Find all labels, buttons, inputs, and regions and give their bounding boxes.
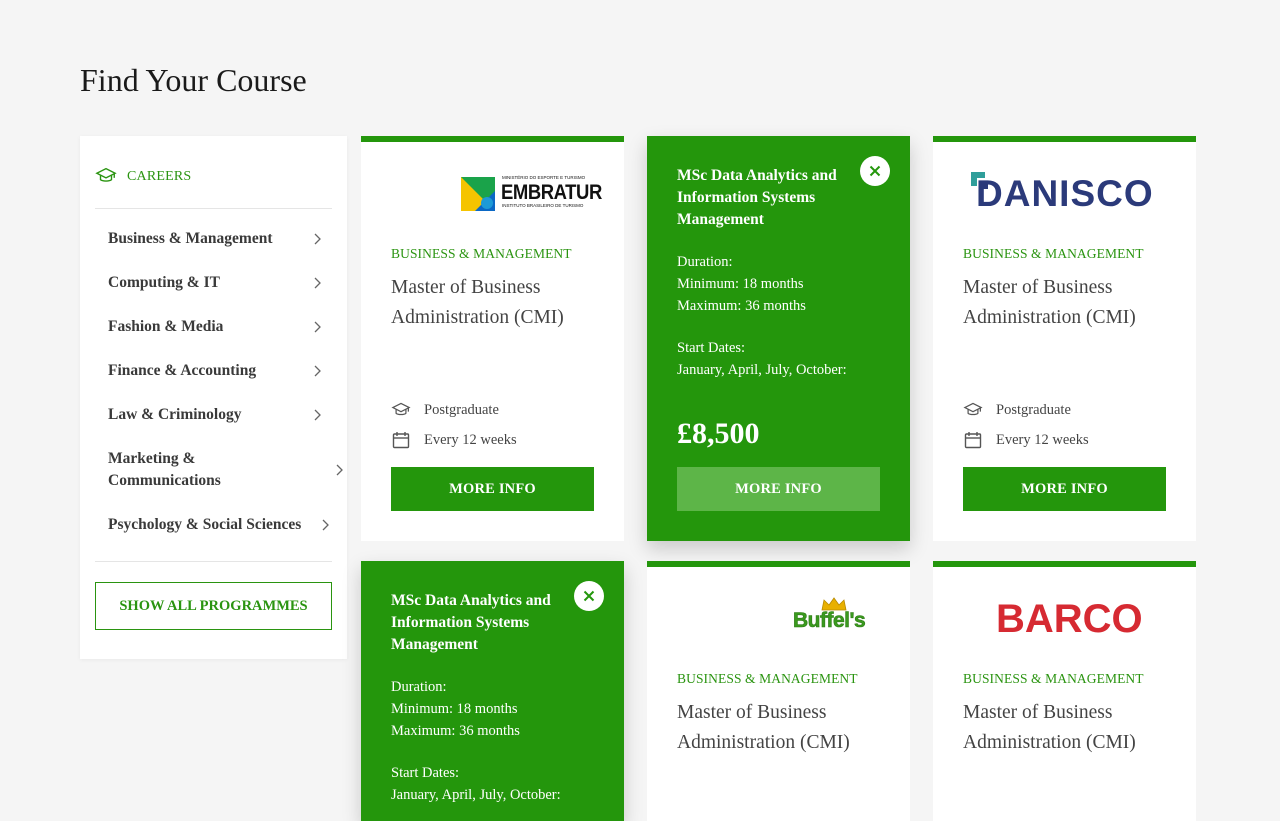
start-dates-label: Start Dates: <box>677 340 746 356</box>
course-card-expanded: MSc Data Analytics and Information Syste… <box>647 136 910 541</box>
duration-min: Minimum: 18 months <box>677 276 804 292</box>
close-button[interactable] <box>574 581 604 611</box>
start-dates: January, April, July, October: <box>677 362 847 378</box>
barco-logo: BARCO <box>996 595 1171 641</box>
show-all-programmes-button[interactable]: SHOW ALL PROGRAMMES <box>95 582 332 630</box>
category-item-fashion-media[interactable]: Fashion & Media <box>108 316 323 338</box>
calendar-icon <box>392 432 410 449</box>
course-duration: Duration: Minimum: 18 months Maximum: 36… <box>677 251 847 381</box>
embratur-mark-icon <box>461 177 495 211</box>
course-card: BARCO BUSINESS & MANAGEMENT Master of Bu… <box>933 561 1196 821</box>
duration-label: Duration: <box>391 679 447 695</box>
more-info-button[interactable]: MORE INFO <box>963 467 1166 511</box>
category-item-finance-accounting[interactable]: Finance & Accounting <box>108 360 323 382</box>
graduation-cap-icon <box>95 167 117 182</box>
category-label: Computing & IT <box>108 274 220 291</box>
course-card: Buffel's BUSINESS & MANAGEMENT Master of… <box>647 561 910 821</box>
buffels-wordmark: Buffel's <box>793 609 866 633</box>
close-button[interactable] <box>860 156 890 186</box>
course-level: Postgraduate <box>391 401 499 419</box>
category-label: Psychology & Social Sciences <box>108 516 302 533</box>
course-title: MSc Data Analytics and Information Syste… <box>391 592 551 653</box>
embratur-tagline-bottom: INSTITUTO BRASILEIRO DE TURISMO <box>502 203 584 208</box>
chevron-right-icon <box>314 277 321 289</box>
calendar-icon <box>964 432 982 449</box>
course-frequency: Every 12 weeks <box>963 431 1089 449</box>
course-level: Postgraduate <box>963 401 1071 419</box>
graduation-cap-icon <box>391 402 411 416</box>
graduation-cap-icon <box>963 402 983 416</box>
close-icon <box>583 590 595 602</box>
danisco-wordmark: DANISCO <box>976 173 1154 214</box>
category-label: Marketing & Communications <box>108 450 221 489</box>
sidebar-heading: CAREERS <box>95 166 332 209</box>
category-sidebar: CAREERS Business & Management Computing … <box>80 136 347 659</box>
start-dates-label: Start Dates: <box>391 765 460 781</box>
category-item-computing-it[interactable]: Computing & IT <box>108 272 323 294</box>
course-card: DANISCO BUSINESS & MANAGEMENT Master of … <box>933 136 1196 541</box>
course-title: Master of Business Administration (CMI) <box>963 277 1136 328</box>
course-level-label: Postgraduate <box>996 401 1071 418</box>
page-title: Find Your Course <box>80 62 307 98</box>
duration-max: Maximum: 36 months <box>391 723 520 739</box>
category-list: Business & Management Computing & IT Fas… <box>108 228 343 558</box>
more-info-button[interactable]: MORE INFO <box>391 467 594 511</box>
course-category: BUSINESS & MANAGEMENT <box>963 246 1144 261</box>
chevron-right-icon <box>314 365 321 377</box>
danisco-logo: DANISCO <box>971 172 1171 214</box>
chevron-right-icon <box>314 321 321 333</box>
course-title: Master of Business Administration (CMI) <box>677 702 850 753</box>
chevron-right-icon <box>314 233 321 245</box>
course-title: Master of Business Administration (CMI) <box>391 277 564 328</box>
close-icon <box>869 165 881 177</box>
embratur-tagline-top: MINISTÉRIO DO ESPORTE E TURISMO <box>502 175 586 180</box>
category-label: Finance & Accounting <box>108 362 257 379</box>
duration-max: Maximum: 36 months <box>677 298 806 314</box>
course-title: Master of Business Administration (CMI) <box>963 702 1136 753</box>
course-category: BUSINESS & MANAGEMENT <box>677 671 858 686</box>
category-item-psychology-social-sciences[interactable]: Psychology & Social Sciences <box>108 514 329 536</box>
course-level-label: Postgraduate <box>424 401 499 418</box>
course-category: BUSINESS & MANAGEMENT <box>963 671 1144 686</box>
course-card: MINISTÉRIO DO ESPORTE E TURISMO EMBRATUR… <box>361 136 624 541</box>
course-category: BUSINESS & MANAGEMENT <box>391 246 572 261</box>
chevron-right-icon <box>322 519 329 531</box>
course-frequency: Every 12 weeks <box>391 431 517 449</box>
chevron-right-icon <box>314 409 321 421</box>
sidebar-heading-label: CAREERS <box>127 169 192 184</box>
course-price: £8,500 <box>677 417 760 450</box>
embratur-wordmark: EMBRATUR <box>501 181 602 204</box>
category-label: Fashion & Media <box>108 318 224 335</box>
duration-min: Minimum: 18 months <box>391 701 518 717</box>
category-item-business-management[interactable]: Business & Management <box>108 228 323 250</box>
course-frequency-label: Every 12 weeks <box>424 431 517 448</box>
course-duration: Duration: Minimum: 18 months Maximum: 36… <box>391 676 561 806</box>
course-card-expanded: MSc Data Analytics and Information Syste… <box>361 561 624 821</box>
course-frequency-label: Every 12 weeks <box>996 431 1089 448</box>
buffels-logo: Buffel's <box>793 597 883 639</box>
course-title: MSc Data Analytics and Information Syste… <box>677 167 837 228</box>
category-item-law-criminology[interactable]: Law & Criminology <box>108 404 323 426</box>
category-item-marketing-communications[interactable]: Marketing & Communications <box>108 448 343 492</box>
sidebar-divider <box>95 561 332 562</box>
more-info-button[interactable]: MORE INFO <box>677 467 880 511</box>
duration-label: Duration: <box>677 254 733 270</box>
start-dates: January, April, July, October: <box>391 787 561 803</box>
chevron-right-icon <box>336 464 343 476</box>
barco-wordmark: BARCO <box>996 597 1143 641</box>
category-label: Business & Management <box>108 230 273 247</box>
category-label: Law & Criminology <box>108 406 242 423</box>
embratur-logo: MINISTÉRIO DO ESPORTE E TURISMO EMBRATUR… <box>461 175 602 213</box>
